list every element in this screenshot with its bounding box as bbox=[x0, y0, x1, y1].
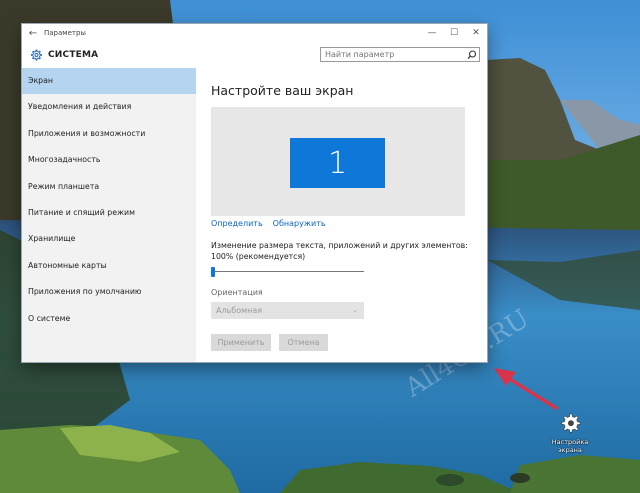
apply-button[interactable]: Применить bbox=[211, 334, 271, 351]
sidebar-item-notifications[interactable]: Уведомления и действия bbox=[22, 94, 196, 120]
back-arrow-icon[interactable]: ← bbox=[22, 28, 44, 39]
section-title: СИСТЕМА bbox=[48, 49, 99, 60]
monitor-1-tile[interactable]: 1 bbox=[290, 138, 385, 188]
desktop-icon-label: Настройка экрана bbox=[551, 438, 589, 454]
identify-link[interactable]: Определить bbox=[211, 219, 263, 228]
window-title: Параметры bbox=[44, 29, 86, 37]
settings-window: ← Параметры — ☐ ✕ СИСТЕМА Экран Уведомле… bbox=[22, 24, 487, 362]
search-input[interactable] bbox=[321, 50, 465, 59]
sidebar-item-display[interactable]: Экран bbox=[22, 68, 196, 95]
sidebar-item-power-sleep[interactable]: Питание и спящий режим bbox=[22, 200, 196, 226]
title-bar: ← Параметры — ☐ ✕ bbox=[22, 24, 487, 42]
page-title: Настройте ваш экран bbox=[211, 83, 354, 98]
sidebar-item-default-apps[interactable]: Приложения по умолчанию bbox=[22, 279, 196, 305]
scale-slider[interactable] bbox=[211, 267, 364, 277]
orientation-value: Альбомная bbox=[216, 306, 263, 315]
desktop-display-settings-shortcut[interactable]: Настройка экрана bbox=[545, 412, 595, 454]
close-button[interactable]: ✕ bbox=[465, 28, 487, 38]
sidebar-item-about[interactable]: О системе bbox=[22, 306, 196, 332]
chevron-down-icon: ⌄ bbox=[352, 306, 358, 314]
sidebar-item-apps-features[interactable]: Приложения и возможности bbox=[22, 121, 196, 147]
sidebar-item-tablet-mode[interactable]: Режим планшета bbox=[22, 174, 196, 200]
sidebar-item-offline-maps[interactable]: Автономные карты bbox=[22, 253, 196, 279]
orientation-dropdown[interactable]: Альбомная ⌄ bbox=[211, 302, 364, 319]
cancel-button[interactable]: Отмена bbox=[279, 334, 328, 351]
slider-thumb[interactable] bbox=[211, 267, 215, 277]
display-links: Определить Обнаружить bbox=[211, 219, 336, 228]
sidebar-item-multitasking[interactable]: Многозадачность bbox=[22, 147, 196, 173]
maximize-button[interactable]: ☐ bbox=[443, 28, 465, 38]
settings-header: СИСТЕМА bbox=[22, 42, 487, 67]
scale-label: Изменение размера текста, приложений и д… bbox=[211, 241, 468, 261]
sidebar-item-storage[interactable]: Хранилище bbox=[22, 226, 196, 252]
sidebar: Экран Уведомления и действия Приложения … bbox=[22, 68, 196, 362]
minimize-button[interactable]: — bbox=[421, 28, 443, 38]
orientation-label: Ориентация bbox=[211, 288, 263, 297]
search-box[interactable] bbox=[320, 47, 480, 62]
detect-link[interactable]: Обнаружить bbox=[273, 219, 326, 228]
gear-icon bbox=[561, 413, 581, 433]
gear-icon bbox=[31, 49, 42, 60]
main-content: Настройте ваш экран 1 Определить Обнаружи… bbox=[211, 68, 481, 351]
display-arrangement-area: 1 bbox=[211, 107, 465, 216]
search-icon[interactable] bbox=[465, 49, 479, 61]
slider-track bbox=[211, 271, 364, 272]
